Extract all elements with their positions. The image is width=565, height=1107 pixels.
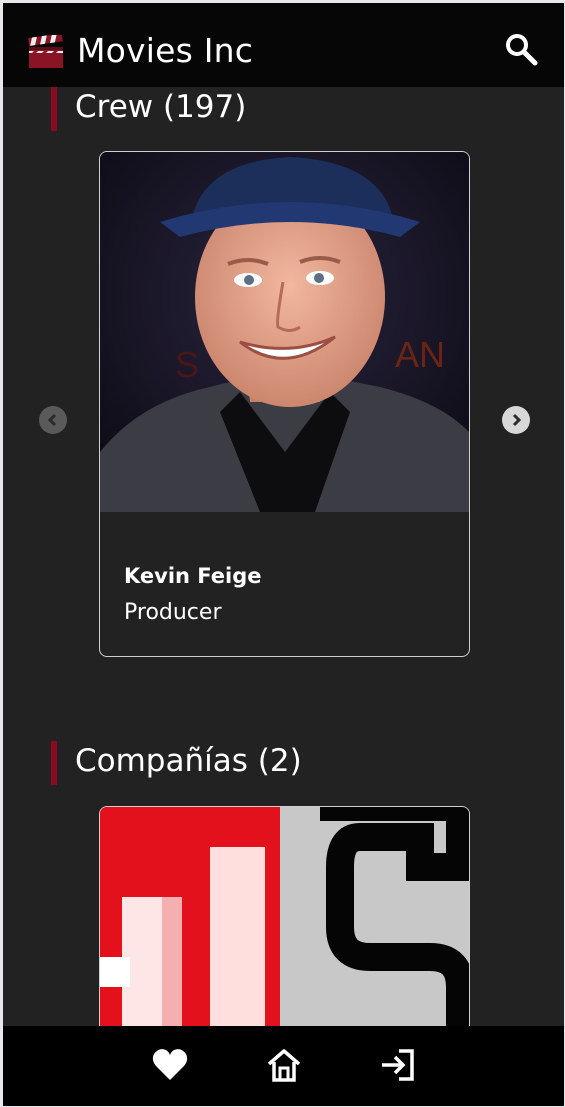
chevron-right-icon [512,413,522,427]
companies-heading: Compañías (2) [51,741,302,785]
chevron-left-icon [47,413,57,427]
crew-heading: Crew (197) [51,87,246,131]
crew-name: Kevin Feige [124,564,262,588]
bottom-nav [3,1026,564,1106]
app-title: Movies Inc [77,31,254,70]
clapperboard-icon [28,35,63,68]
crew-heading-text: Crew (197) [75,89,247,125]
carousel-prev-button[interactable] [39,406,67,434]
home-icon[interactable] [265,1046,303,1084]
app-frame: Movies Inc Crew (197) S AN Kevin Feige P… [3,3,564,1106]
search-icon[interactable] [503,31,539,67]
login-icon[interactable] [379,1046,417,1084]
crew-photo: S AN [100,152,469,512]
carousel-next-button[interactable] [502,406,530,434]
svg-text:S: S [175,344,199,385]
app-header: Movies Inc [3,3,564,87]
heart-icon[interactable] [151,1046,189,1084]
crew-card[interactable]: S AN Kevin Feige Producer [99,151,470,657]
companies-heading-text: Compañías (2) [75,743,302,779]
crew-role: Producer [124,600,222,625]
svg-text:AN: AN [395,334,445,375]
